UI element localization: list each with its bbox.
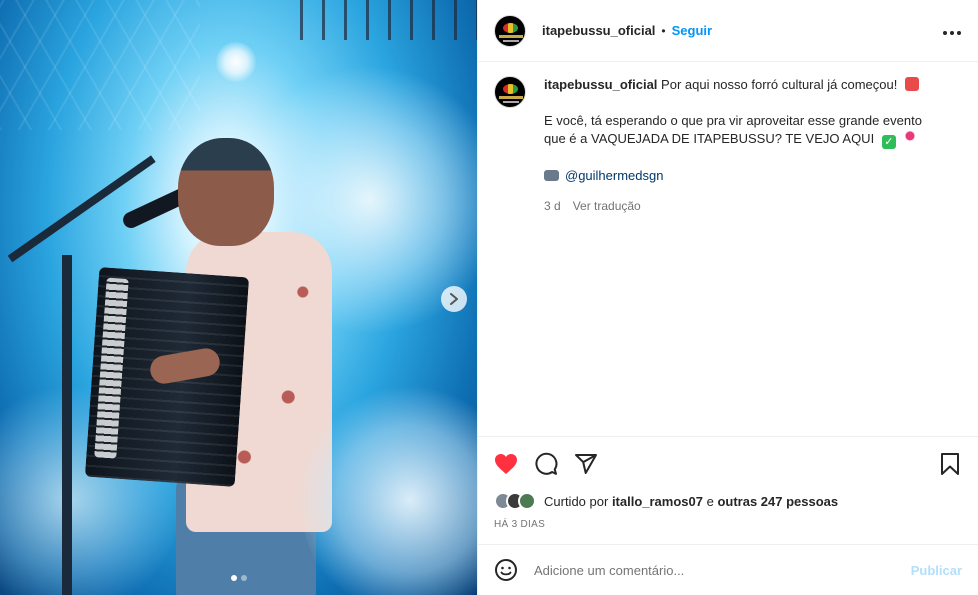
clapperboard-emoji-icon [904, 77, 919, 91]
bookmark-icon [941, 453, 959, 475]
author-username[interactable]: itapebussu_oficial [542, 23, 655, 38]
caption-row: itapebussu_oficial Por aqui nosso forró … [494, 76, 962, 215]
caption-credit: @guilhermedsgn [544, 167, 944, 185]
performer-head [178, 138, 274, 246]
translate-link[interactable]: Ver tradução [573, 197, 641, 215]
caption-age: 3 d [544, 199, 561, 213]
caption-author-avatar[interactable] [494, 76, 526, 108]
likes-prefix: Curtido por [544, 493, 609, 509]
mention-link[interactable]: @guilhermedsgn [565, 168, 663, 183]
comment-input[interactable] [534, 562, 911, 578]
stage-truss-top [300, 0, 477, 40]
likes-summary: Curtido por itallo_ramos07 e outras 247 … [494, 492, 838, 510]
smiley-icon [495, 559, 517, 581]
follow-button[interactable]: Seguir [672, 23, 712, 38]
caption-text: E você, tá esperando o que pra vir aprov… [544, 113, 922, 146]
pushpin-emoji-icon [903, 131, 918, 145]
logo-text-bar [499, 96, 523, 99]
logo-text-bar [503, 39, 519, 42]
action-bar [478, 440, 978, 488]
liker-username-link[interactable]: itallo_ramos07 [612, 494, 703, 509]
likes-connector: e [706, 493, 714, 509]
mic-stand [62, 255, 72, 595]
carousel-dot [240, 575, 247, 581]
like-button[interactable] [494, 452, 518, 476]
accordion-keys [94, 277, 129, 459]
carousel-dot-active [230, 575, 237, 581]
caption-meta: 3 d Ver tradução [544, 197, 944, 215]
share-button[interactable] [574, 452, 598, 476]
more-options-icon [943, 31, 961, 35]
logo-icon [503, 22, 518, 33]
comment-button[interactable] [534, 452, 558, 476]
chevron-right-icon [450, 293, 458, 305]
save-button[interactable] [938, 452, 962, 476]
camera-emoji-icon [544, 170, 559, 181]
post-header: itapebussu_oficial • Seguir [478, 0, 978, 62]
logo-text-bar [503, 101, 519, 103]
heart-filled-icon [495, 454, 517, 474]
share-icon [575, 454, 597, 474]
likes-others-link[interactable]: outras 247 pessoas [717, 494, 838, 509]
logo-icon [503, 84, 518, 94]
caption-paragraph: E você, tá esperando o que pra vir aprov… [544, 112, 944, 149]
more-options-button[interactable] [942, 25, 962, 36]
liker-avatar[interactable] [518, 492, 536, 510]
caption-body: itapebussu_oficial Por aqui nosso forró … [544, 76, 944, 215]
stage-truss [0, 0, 200, 130]
publish-button[interactable]: Publicar [911, 563, 962, 578]
emoji-button[interactable] [494, 558, 518, 582]
post-panel: itapebussu_oficial • Seguir itapebussu_o… [477, 0, 978, 595]
stage-light [216, 42, 256, 82]
caption-area: itapebussu_oficial Por aqui nosso forró … [478, 62, 978, 437]
caption-paragraph: itapebussu_oficial Por aqui nosso forró … [544, 76, 944, 94]
likes-text: Curtido por itallo_ramos07 e outras 247 … [544, 494, 838, 509]
author-avatar[interactable] [494, 14, 526, 47]
comment-bar: Publicar [478, 544, 978, 595]
caption-text: Por aqui nosso forró cultural já começou… [661, 77, 898, 92]
check-mark-emoji-icon: ✓ [881, 135, 896, 149]
logo-text-bar [499, 34, 523, 38]
caption-username[interactable]: itapebussu_oficial [544, 77, 657, 92]
carousel-indicator [0, 575, 477, 581]
post-timestamp[interactable]: HÁ 3 DIAS [494, 519, 545, 530]
carousel-next-button[interactable] [441, 286, 467, 312]
comment-icon [535, 452, 558, 475]
post-media[interactable] [0, 0, 477, 595]
separator-dot: • [661, 23, 666, 38]
